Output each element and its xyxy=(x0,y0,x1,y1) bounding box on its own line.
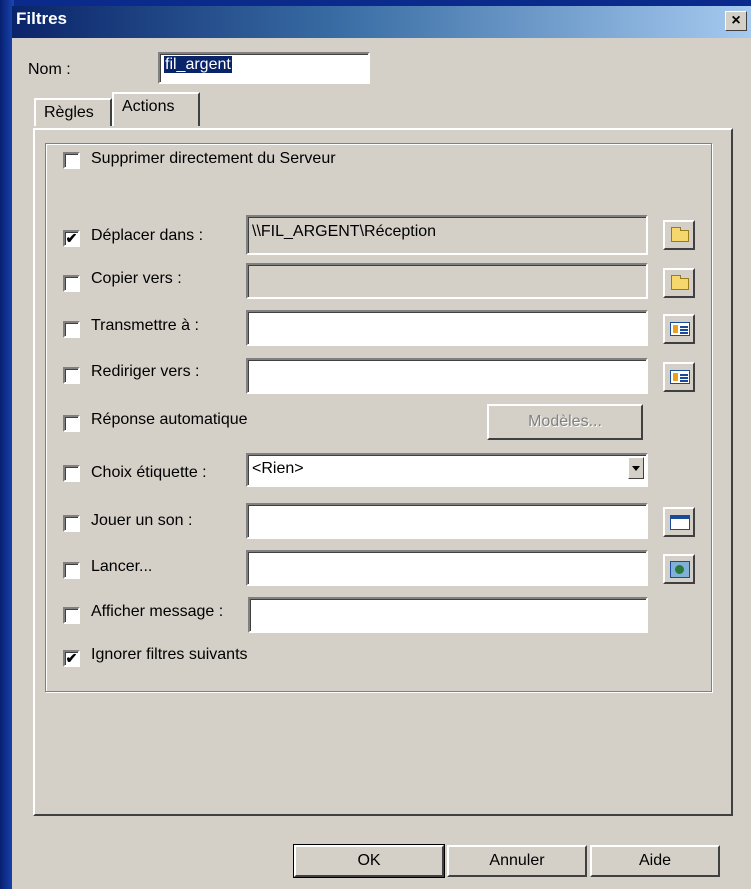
show-message-label: Afficher message : xyxy=(91,603,224,620)
play-sound-checkbox[interactable] xyxy=(63,515,80,532)
move-to-checkbox[interactable]: ✔ xyxy=(63,230,80,247)
move-to-browse-button[interactable] xyxy=(663,220,695,250)
copy-to-checkbox[interactable] xyxy=(63,275,80,292)
filter-dialog: Filtres × Nom : fil_argent Règles Action… xyxy=(12,6,751,889)
move-to-value: \\FIL_ARGENT\Réception xyxy=(252,223,437,240)
launch-field[interactable] xyxy=(246,550,648,586)
play-sound-field[interactable] xyxy=(246,503,648,539)
check-mark-icon: ✔ xyxy=(65,230,78,246)
name-input[interactable]: fil_argent xyxy=(158,52,370,84)
copy-to-browse-button[interactable] xyxy=(663,268,695,298)
redirect-to-field[interactable] xyxy=(246,358,648,394)
redirect-to-label: Rediriger vers : xyxy=(91,363,200,380)
copy-to-field[interactable] xyxy=(246,263,648,299)
redirect-to-contacts-button[interactable] xyxy=(663,362,695,392)
templates-button[interactable]: Modèles... xyxy=(487,404,643,440)
close-button[interactable]: × xyxy=(725,11,747,31)
address-book-icon xyxy=(670,322,690,336)
title-bar[interactable]: Filtres × xyxy=(12,6,751,38)
folder-icon xyxy=(671,227,689,242)
ok-button[interactable]: OK xyxy=(293,844,445,878)
delete-server-checkbox[interactable] xyxy=(63,152,80,169)
auto-reply-checkbox[interactable] xyxy=(63,415,80,432)
run-icon xyxy=(670,561,690,578)
tab-actions-label: Actions xyxy=(122,98,175,115)
tab-actions[interactable]: Actions xyxy=(112,92,200,126)
check-mark-icon: ✔ xyxy=(65,650,78,666)
delete-server-label: Supprimer directement du Serveur xyxy=(91,150,336,167)
name-input-value: fil_argent xyxy=(164,56,232,73)
chevron-down-icon[interactable] xyxy=(628,457,644,479)
auto-reply-label: Réponse automatique xyxy=(91,411,248,428)
label-choice-checkbox[interactable] xyxy=(63,465,80,482)
window-icon xyxy=(670,515,690,530)
label-choice-label: Choix étiquette : xyxy=(91,464,207,481)
move-to-label: Déplacer dans : xyxy=(91,227,204,244)
move-to-field[interactable]: \\FIL_ARGENT\Réception xyxy=(246,215,648,255)
ignore-next-label: Ignorer filtres suivants xyxy=(91,646,248,663)
forward-to-contacts-button[interactable] xyxy=(663,314,695,344)
copy-to-label: Copier vers : xyxy=(91,270,182,287)
label-choice-dropdown[interactable]: <Rien> xyxy=(246,453,648,487)
folder-icon xyxy=(671,275,689,290)
redirect-to-checkbox[interactable] xyxy=(63,367,80,384)
label-choice-value: <Rien> xyxy=(252,460,304,477)
ignore-next-checkbox[interactable]: ✔ xyxy=(63,650,80,667)
show-message-field[interactable] xyxy=(248,597,648,633)
play-sound-label: Jouer un son : xyxy=(91,512,193,529)
help-button[interactable]: Aide xyxy=(590,845,720,877)
show-message-checkbox[interactable] xyxy=(63,607,80,624)
forward-to-label: Transmettre à : xyxy=(91,317,199,334)
forward-to-field[interactable] xyxy=(246,310,648,346)
cancel-button[interactable]: Annuler xyxy=(447,845,587,877)
name-label: Nom : xyxy=(28,61,71,78)
launch-browse-button[interactable] xyxy=(663,554,695,584)
forward-to-checkbox[interactable] xyxy=(63,321,80,338)
tab-regles[interactable]: Règles xyxy=(34,98,112,126)
launch-checkbox[interactable] xyxy=(63,562,80,579)
play-sound-browse-button[interactable] xyxy=(663,507,695,537)
window-title: Filtres xyxy=(16,9,68,28)
address-book-icon xyxy=(670,370,690,384)
launch-label: Lancer... xyxy=(91,558,153,575)
tab-regles-label: Règles xyxy=(44,104,94,121)
